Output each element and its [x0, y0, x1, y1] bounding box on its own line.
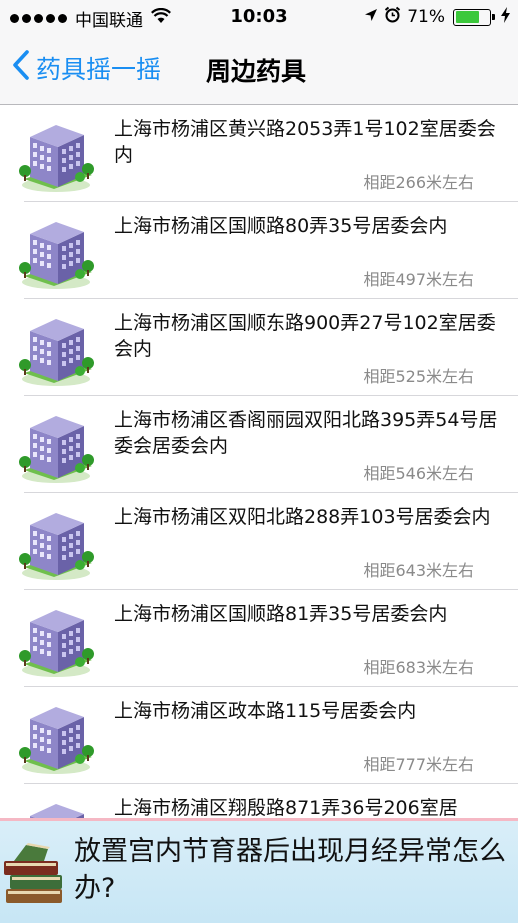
- list-item[interactable]: 上海市杨浦区国顺路80弄35号居委会内 相距497米左右: [0, 202, 518, 299]
- list-item-address: 上海市杨浦区香阁丽园双阳北路395弄54号居委会居委会内: [114, 409, 498, 457]
- list-item-address: 上海市杨浦区国顺路80弄35号居委会内: [114, 215, 448, 237]
- charging-bolt-icon: [501, 6, 510, 28]
- building-icon: [19, 416, 94, 483]
- list-item-address: 上海市杨浦区黄兴路2053弄1号102室居委会内: [114, 118, 496, 166]
- ad-banner[interactable]: 放置宫内节育器后出现月经异常怎么办?: [0, 818, 518, 923]
- list-item-distance: 相距546米左右: [363, 464, 474, 483]
- list-item-address: 上海市杨浦区国顺东路900弄27号102室居委会内: [114, 312, 496, 360]
- building-icon: [19, 125, 94, 192]
- navigation-bar: 药具摇一摇 周边药具: [0, 34, 518, 105]
- back-label: 药具摇一摇: [36, 55, 162, 84]
- battery-icon: [453, 8, 495, 26]
- status-bar: 中国联通 10:03 71%: [0, 0, 518, 34]
- books-icon: [4, 843, 62, 903]
- battery-percent: 71%: [407, 7, 445, 27]
- battery-fill: [455, 11, 479, 23]
- back-button[interactable]: 药具摇一摇: [12, 50, 161, 86]
- pharmacy-list: 上海市杨浦区黄兴路2053弄1号102室居委会内 相距266米左右 上海市杨浦区…: [0, 105, 518, 881]
- list-item[interactable]: 上海市杨浦区黄兴路2053弄1号102室居委会内 相距266米左右: [0, 105, 518, 202]
- page-title: 周边药具: [206, 57, 307, 86]
- list-item[interactable]: 上海市杨浦区双阳北路288弄103号居委会内 相距643米左右: [0, 493, 518, 590]
- list-item-distance: 相距497米左右: [363, 270, 474, 289]
- building-icon: [19, 222, 94, 289]
- ad-banner-text: 放置宫内节育器后出现月经异常怎么办?: [74, 836, 506, 904]
- building-icon: [19, 319, 94, 386]
- list-item-distance: 相距777米左右: [363, 755, 474, 774]
- list-item-distance: 相距683米左右: [363, 658, 474, 677]
- list-item-address: 上海市杨浦区政本路115号居委会内: [114, 700, 417, 722]
- location-arrow-icon: [364, 7, 378, 27]
- alarm-clock-icon: [384, 6, 401, 28]
- status-right: 71%: [364, 6, 510, 28]
- chevron-left-icon: [12, 50, 30, 86]
- list-item-distance: 相距266米左右: [363, 173, 474, 192]
- list-item-address: 上海市杨浦区国顺路81弄35号居委会内: [114, 603, 448, 625]
- list-item[interactable]: 上海市杨浦区政本路115号居委会内 相距777米左右: [0, 687, 518, 784]
- list-item[interactable]: 上海市杨浦区国顺东路900弄27号102室居委会内 相距525米左右: [0, 299, 518, 396]
- building-icon: [19, 513, 94, 580]
- building-icon: [19, 707, 94, 774]
- list-item-address: 上海市杨浦区双阳北路288弄103号居委会内: [114, 506, 491, 528]
- building-icon: [19, 610, 94, 677]
- list-item-distance: 相距643米左右: [363, 561, 474, 580]
- list-item-distance: 相距525米左右: [363, 367, 474, 386]
- list-item[interactable]: 上海市杨浦区国顺路81弄35号居委会内 相距683米左右: [0, 590, 518, 687]
- list-item[interactable]: 上海市杨浦区香阁丽园双阳北路395弄54号居委会居委会内 相距546米左右: [0, 396, 518, 493]
